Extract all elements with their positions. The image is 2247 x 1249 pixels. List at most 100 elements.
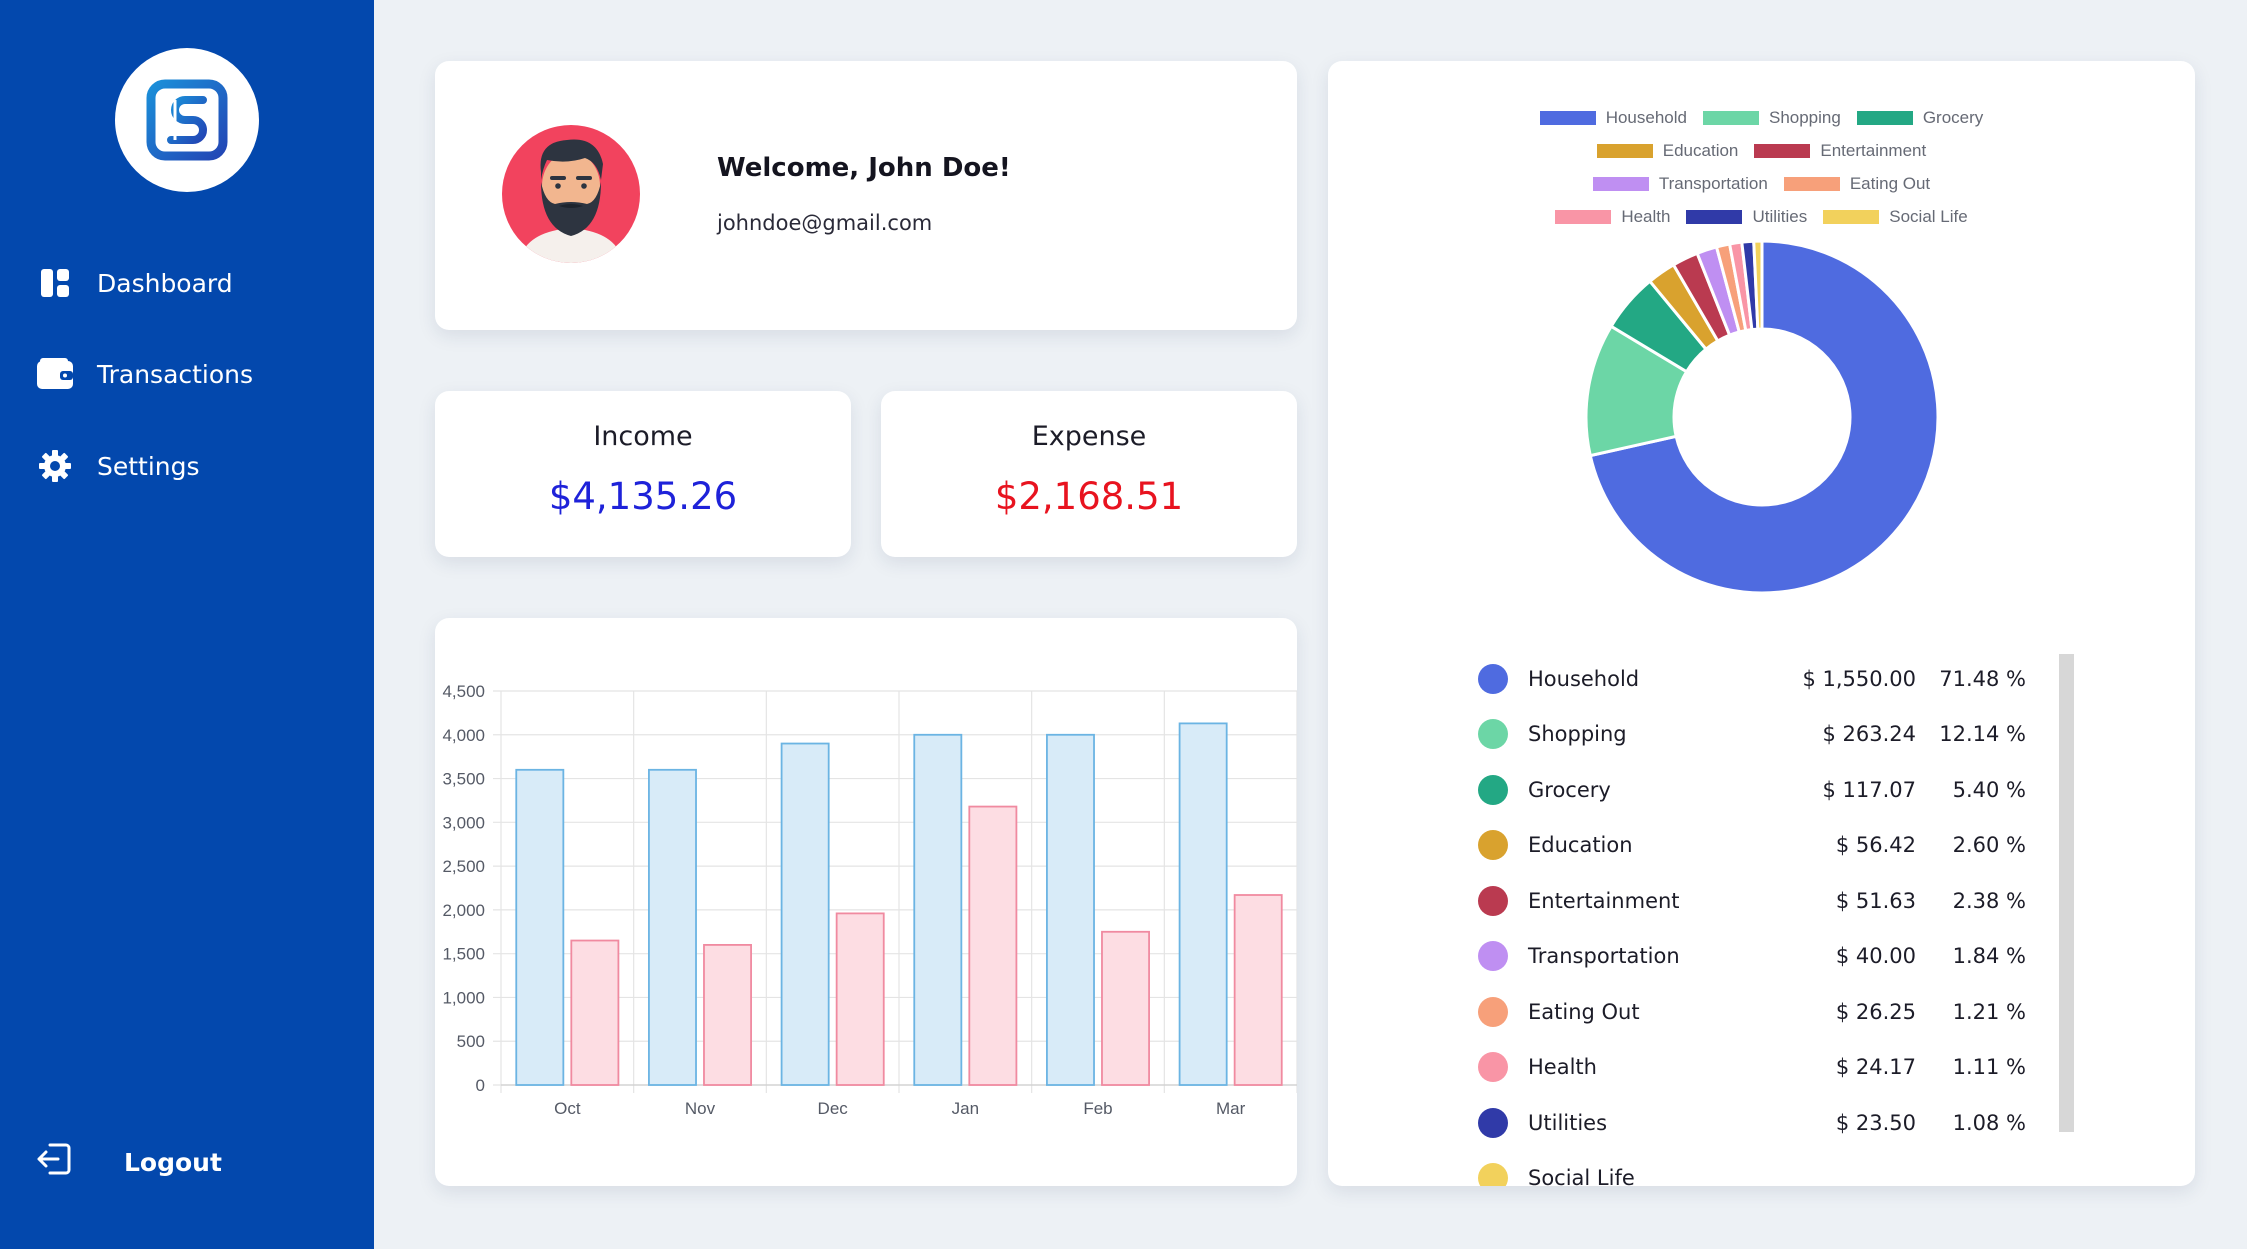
expense-bar[interactable] xyxy=(1101,930,1150,1086)
income-bar[interactable] xyxy=(1046,733,1095,1086)
legend-label: Shopping xyxy=(1768,107,1841,127)
legend-label: Household xyxy=(1605,107,1687,127)
legend-item[interactable]: Shopping xyxy=(1702,107,1841,128)
legend-item[interactable]: Eating Out xyxy=(1783,174,1930,194)
y-tick-label: 4,500 xyxy=(442,682,485,701)
expense-bar[interactable] xyxy=(1233,894,1283,1086)
category-percent: 1.11 % xyxy=(1952,1055,2026,1080)
income-value: $4,135.26 xyxy=(548,475,738,518)
sidebar-item-label: Dashboard xyxy=(97,268,233,298)
expense-bar[interactable] xyxy=(703,944,752,1086)
category-row[interactable]: Household $ 1,550.00 71.48 % xyxy=(1478,651,2026,707)
legend-swatch xyxy=(1555,209,1612,224)
category-name: Grocery xyxy=(1528,777,1611,802)
category-amount: $ 40.00 xyxy=(1835,944,1916,969)
legend-item[interactable]: Health xyxy=(1555,207,1670,227)
legend-label: Utilities xyxy=(1752,206,1808,226)
category-list[interactable]: Household $ 1,550.00 71.48 % Shopping $ 263.… xyxy=(1478,651,2026,1186)
category-name: Shopping xyxy=(1528,722,1627,747)
x-tick-label: Feb xyxy=(1083,1099,1112,1118)
category-amount: $ 26.25 xyxy=(1835,999,1916,1024)
category-name: Utilities xyxy=(1528,1110,1608,1135)
income-bar[interactable] xyxy=(648,768,697,1086)
chart-legend: Household Shopping Grocery Education Enterta… xyxy=(1328,101,2195,233)
avatar-icon xyxy=(502,125,640,263)
category-row[interactable]: Grocery $ 117.07 5.40 % xyxy=(1478,762,2026,818)
category-percent: 5.40 % xyxy=(1952,777,2026,802)
legend-swatch xyxy=(1823,209,1880,224)
y-tick-label: 4,000 xyxy=(442,726,485,745)
legend-swatch xyxy=(1856,110,1913,125)
legend-swatch xyxy=(1596,143,1653,158)
legend-item[interactable]: Grocery xyxy=(1856,108,1983,128)
wallet-icon xyxy=(36,355,74,393)
category-color-dot xyxy=(1478,885,1508,916)
income-expense-bar-chart: 0 500 1,000 1,500 2,000 2,500 3,000 3,500 4,000 4… xyxy=(442,682,1297,1118)
category-row[interactable]: Education $ 56.42 2.60 % xyxy=(1478,818,2026,874)
category-percent: 2.38 % xyxy=(1952,888,2026,913)
legend-swatch xyxy=(1539,110,1596,125)
legend-item[interactable]: Entertainment xyxy=(1754,141,1926,161)
category-row[interactable]: Social Life xyxy=(1478,1151,2026,1186)
x-tick-label: Nov xyxy=(685,1099,716,1118)
category-name: Eating Out xyxy=(1528,999,1640,1024)
sidebar-item-label: Transactions xyxy=(97,359,254,389)
legend-item[interactable]: Social Life xyxy=(1823,207,1968,227)
category-row[interactable]: Eating Out $ 26.25 1.21 % xyxy=(1478,984,2026,1040)
category-percent: 2.60 % xyxy=(1952,833,2026,858)
legend-row: Health Utilities Social Life xyxy=(1328,200,2195,233)
category-row[interactable]: Entertainment $ 51.63 2.38 % xyxy=(1478,873,2026,929)
legend-label: Education xyxy=(1662,140,1739,160)
income-bar[interactable] xyxy=(780,742,830,1086)
category-color-dot xyxy=(1478,774,1508,805)
income-bar[interactable] xyxy=(515,768,565,1086)
category-row[interactable]: Health $ 24.17 1.11 % xyxy=(1478,1040,2026,1096)
legend-swatch xyxy=(1592,176,1649,191)
category-name: Health xyxy=(1528,1055,1597,1080)
sidebar-item-settings[interactable]: Settings xyxy=(36,442,200,490)
logout-label: Logout xyxy=(124,1147,222,1177)
category-list-scrollbar[interactable] xyxy=(2059,654,2074,1132)
x-tick-label: Oct xyxy=(554,1099,581,1118)
legend-row: Transportation Eating Out xyxy=(1328,167,2195,200)
legend-item[interactable]: Utilities xyxy=(1686,207,1807,227)
logout-button[interactable]: Logout xyxy=(36,1138,222,1186)
income-bar[interactable] xyxy=(1178,722,1228,1086)
income-bar[interactable] xyxy=(913,733,963,1086)
sidebar-item-dashboard[interactable]: Dashboard xyxy=(36,259,233,307)
category-row[interactable]: Shopping $ 263.24 12.14 % xyxy=(1478,707,2026,763)
y-tick-label: 2,000 xyxy=(442,901,485,920)
category-color-dot xyxy=(1478,1052,1508,1083)
app-logo[interactable] xyxy=(115,48,259,192)
legend-swatch xyxy=(1783,176,1840,191)
x-tick-label: Dec xyxy=(818,1099,849,1118)
expense-bar[interactable] xyxy=(968,805,1018,1086)
income-expense-bar-chart-card: 0 500 1,000 1,500 2,000 2,500 3,000 3,500 4,000 4… xyxy=(435,618,1297,1186)
category-color-dot xyxy=(1478,663,1508,694)
category-color-dot xyxy=(1478,996,1508,1027)
expense-value: $2,168.51 xyxy=(994,475,1184,518)
category-color-dot xyxy=(1478,719,1508,750)
category-amount: $ 51.63 xyxy=(1835,888,1916,913)
welcome-message: Welcome, John Doe! xyxy=(717,153,1011,183)
legend-item[interactable]: Household xyxy=(1539,107,1687,128)
category-color-dot xyxy=(1478,830,1508,861)
category-color-dot xyxy=(1478,1107,1508,1138)
expense-bar[interactable] xyxy=(835,912,885,1086)
category-name: Transportation xyxy=(1528,944,1680,969)
category-name: Entertainment xyxy=(1528,888,1680,913)
legend-item[interactable]: Transportation xyxy=(1592,174,1768,194)
sidebar-item-transactions[interactable]: Transactions xyxy=(36,350,253,398)
category-row[interactable]: Transportation $ 40.00 1.84 % xyxy=(1478,929,2026,985)
y-tick-label: 0 xyxy=(476,1076,485,1095)
legend-item[interactable]: Education xyxy=(1596,140,1739,161)
category-amount: $ 24.17 xyxy=(1835,1055,1916,1080)
y-tick-label: 500 xyxy=(457,1032,485,1051)
category-row[interactable]: Utilities $ 23.50 1.08 % xyxy=(1478,1095,2026,1151)
x-tick-label: Jan xyxy=(952,1099,979,1118)
legend-swatch xyxy=(1686,209,1743,224)
expense-bar[interactable] xyxy=(570,939,620,1086)
legend-swatch xyxy=(1754,143,1811,158)
income-card: Income $4,135.26 xyxy=(435,391,851,557)
legend-label: Health xyxy=(1621,206,1671,226)
